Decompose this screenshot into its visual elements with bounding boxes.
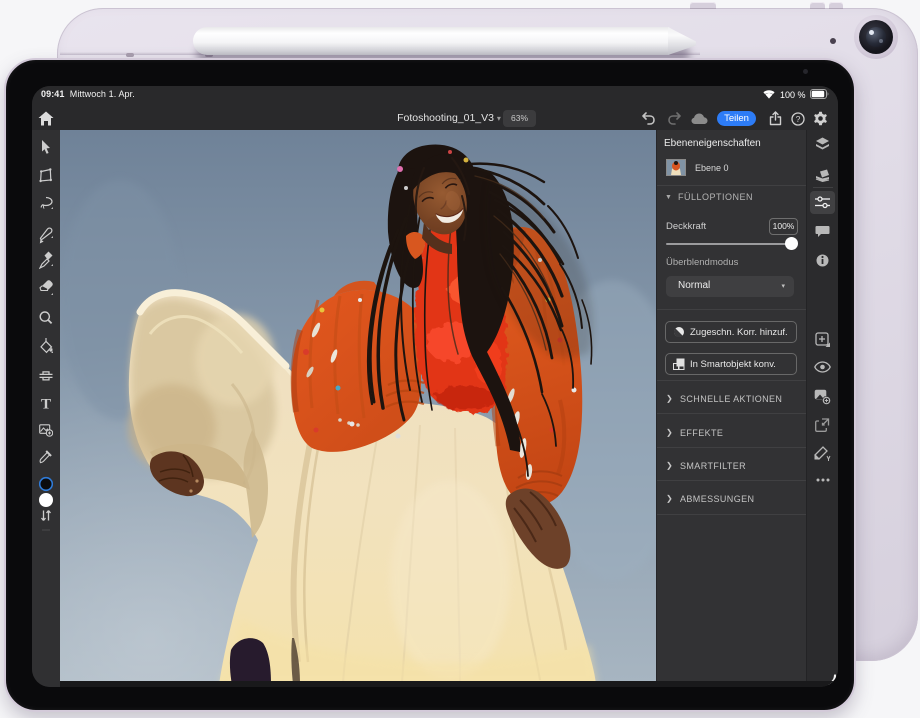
svg-text:T: T (41, 397, 51, 413)
svg-text:?: ? (796, 114, 801, 124)
